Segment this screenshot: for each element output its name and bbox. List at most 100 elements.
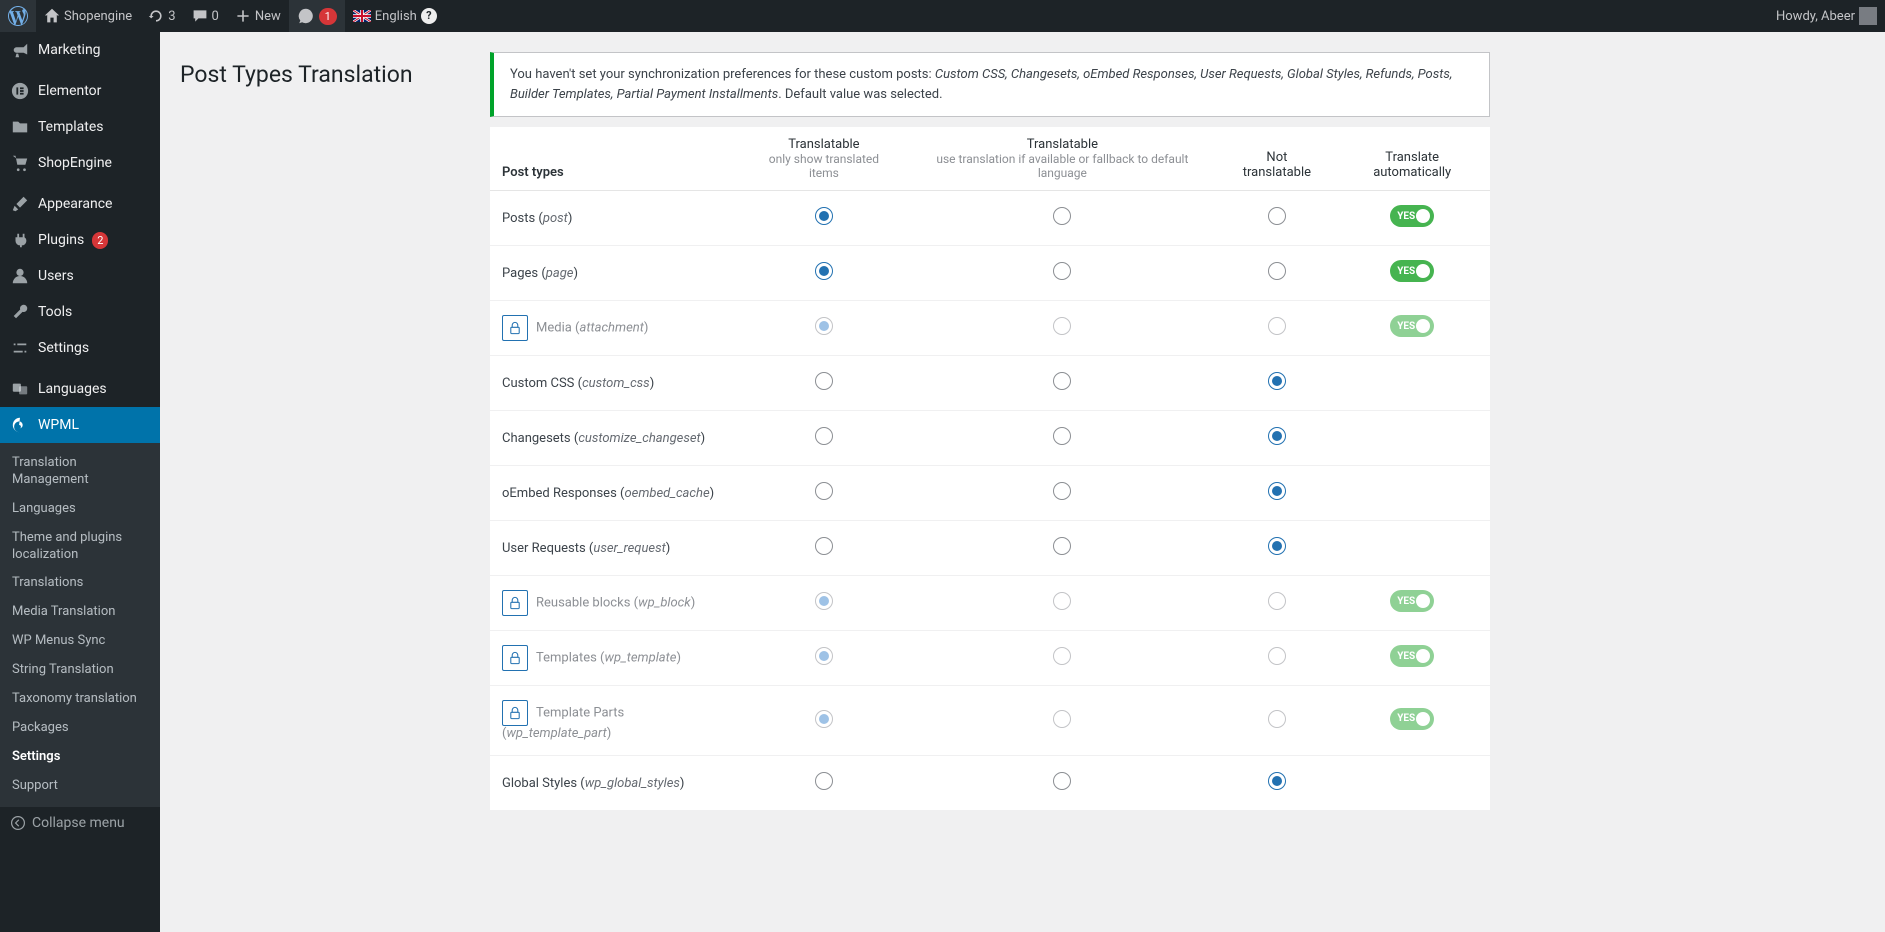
sidebar-item-users[interactable]: Users xyxy=(0,258,160,294)
submenu-string-translation[interactable]: String Translation xyxy=(0,656,160,685)
flag-icon xyxy=(353,10,371,22)
radio-option-3[interactable] xyxy=(1268,772,1286,790)
megaphone-icon xyxy=(10,40,30,60)
radio-option-3[interactable] xyxy=(1268,262,1286,280)
submenu-support[interactable]: Support xyxy=(0,772,160,801)
auto-translate-toggle[interactable]: YES xyxy=(1390,205,1434,227)
table-row: User Requests (user_request)YES xyxy=(490,521,1490,576)
wordpress-icon xyxy=(8,6,28,26)
radio-option-2 xyxy=(1053,710,1071,728)
sliders-icon xyxy=(10,338,30,358)
user-menu[interactable]: Howdy, Abeer xyxy=(1768,0,1885,32)
comment-icon xyxy=(192,8,208,24)
radio-option-2[interactable] xyxy=(1053,772,1071,790)
sync-notice: You haven't set your synchronization pre… xyxy=(490,52,1490,117)
radio-option-2[interactable] xyxy=(1053,482,1071,500)
lock-icon[interactable] xyxy=(502,590,528,616)
radio-option-2[interactable] xyxy=(1053,372,1071,390)
sidebar-item-wpml[interactable]: WPML xyxy=(0,407,160,443)
auto-translate-toggle[interactable]: YES xyxy=(1390,260,1434,282)
post-type-label: Pages (page) xyxy=(490,246,742,301)
sidebar-item-shopengine[interactable]: ShopEngine xyxy=(0,145,160,181)
radio-option-2[interactable] xyxy=(1053,537,1071,555)
sidebar-item-appearance[interactable]: Appearance xyxy=(0,186,160,222)
submenu-settings[interactable]: Settings xyxy=(0,743,160,772)
radio-option-2[interactable] xyxy=(1053,207,1071,225)
lock-icon[interactable] xyxy=(502,645,528,671)
new-label: New xyxy=(255,9,281,24)
radio-option-3[interactable] xyxy=(1268,482,1286,500)
sidebar-item-settings[interactable]: Settings xyxy=(0,330,160,366)
radio-option-3[interactable] xyxy=(1268,207,1286,225)
wp-logo[interactable] xyxy=(0,0,36,32)
submenu-translations[interactable]: Translations xyxy=(0,569,160,598)
plus-icon xyxy=(235,8,251,24)
radio-option-1[interactable] xyxy=(815,482,833,500)
radio-option-1[interactable] xyxy=(815,427,833,445)
updates-link[interactable]: 3 xyxy=(140,0,183,32)
brush-icon xyxy=(10,194,30,214)
radio-option-2 xyxy=(1053,592,1071,610)
howdy-text: Howdy, Abeer xyxy=(1776,9,1855,24)
admin-bar: Shopengine 3 0 New 1 English ? Howdy, Ab… xyxy=(0,0,1885,32)
radio-option-2 xyxy=(1053,317,1071,335)
radio-option-3[interactable] xyxy=(1268,372,1286,390)
sidebar-item-tools[interactable]: Tools xyxy=(0,294,160,330)
submenu-theme-localization[interactable]: Theme and plugins localization xyxy=(0,524,160,570)
notif-badge: 1 xyxy=(319,8,337,25)
table-row: Pages (page) YES xyxy=(490,246,1490,301)
plugins-badge: 2 xyxy=(92,232,108,249)
folder-icon xyxy=(10,117,30,137)
radio-option-2 xyxy=(1053,647,1071,665)
sidebar-item-marketing[interactable]: Marketing xyxy=(0,32,160,68)
radio-option-2[interactable] xyxy=(1053,427,1071,445)
radio-option-2[interactable] xyxy=(1053,262,1071,280)
radio-option-3 xyxy=(1268,317,1286,335)
page-title: Post Types Translation xyxy=(180,52,470,811)
radio-option-3[interactable] xyxy=(1268,537,1286,555)
radio-option-3 xyxy=(1268,710,1286,728)
radio-option-1[interactable] xyxy=(815,207,833,225)
radio-option-1[interactable] xyxy=(815,262,833,280)
submenu-taxonomy-translation[interactable]: Taxonomy translation xyxy=(0,685,160,714)
lock-icon[interactable] xyxy=(502,700,528,726)
auto-translate-toggle: YES xyxy=(1390,708,1434,730)
auto-translate-toggle: YES xyxy=(1390,315,1434,337)
site-link[interactable]: Shopengine xyxy=(36,0,140,32)
submenu-languages[interactable]: Languages xyxy=(0,495,160,524)
comments-link[interactable]: 0 xyxy=(184,0,227,32)
post-type-label: Changesets (customize_changeset) xyxy=(490,411,742,466)
radio-option-1 xyxy=(815,647,833,665)
notifications[interactable]: 1 xyxy=(289,0,345,32)
help-icon: ? xyxy=(421,8,437,24)
home-icon xyxy=(44,8,60,24)
submenu-translation-management[interactable]: Translation Management xyxy=(0,449,160,495)
content-area: Post Types Translation You haven't set y… xyxy=(160,32,1885,932)
radio-option-1 xyxy=(815,710,833,728)
user-icon xyxy=(10,266,30,286)
update-icon xyxy=(148,8,164,24)
sidebar-item-templates[interactable]: Templates xyxy=(0,109,160,145)
sidebar-item-languages[interactable]: Languages xyxy=(0,371,160,407)
lock-icon[interactable] xyxy=(502,315,528,341)
post-type-label: Posts (post) xyxy=(490,191,742,246)
radio-option-1 xyxy=(815,592,833,610)
submenu-packages[interactable]: Packages xyxy=(0,714,160,743)
radio-option-3[interactable] xyxy=(1268,427,1286,445)
notice-post: . Default value was selected. xyxy=(778,87,942,102)
sidebar-item-elementor[interactable]: Elementor xyxy=(0,73,160,109)
radio-option-1[interactable] xyxy=(815,537,833,555)
submenu-menus-sync[interactable]: WP Menus Sync xyxy=(0,627,160,656)
radio-option-1[interactable] xyxy=(815,372,833,390)
elementor-icon xyxy=(10,81,30,101)
bubble-icon xyxy=(297,7,315,25)
sidebar-item-plugins[interactable]: Plugins 2 xyxy=(0,222,160,258)
new-content-link[interactable]: New xyxy=(227,0,289,32)
submenu-media-translation[interactable]: Media Translation xyxy=(0,598,160,627)
radio-option-1[interactable] xyxy=(815,772,833,790)
th-translate-auto: Translate automatically xyxy=(1334,127,1490,191)
language-switcher[interactable]: English ? xyxy=(345,0,445,32)
wpml-submenu: Translation Management Languages Theme a… xyxy=(0,443,160,807)
admin-sidebar: Marketing Elementor Templates ShopEngine… xyxy=(0,32,160,932)
collapse-menu[interactable]: Collapse menu xyxy=(0,807,160,839)
